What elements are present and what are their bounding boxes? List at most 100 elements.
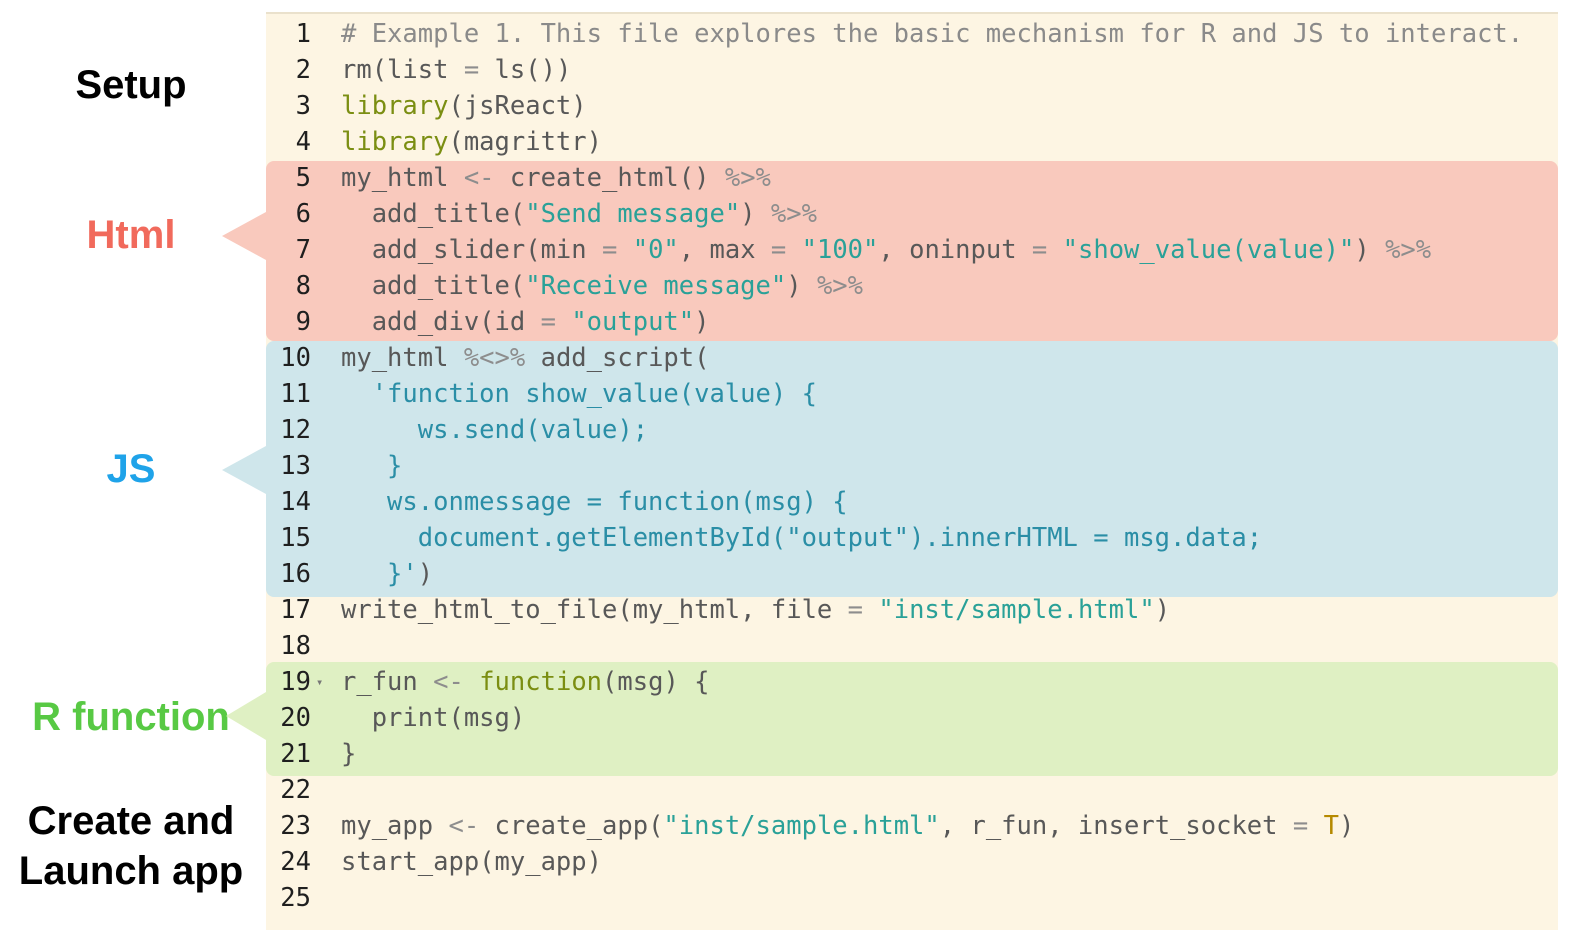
code-token: = xyxy=(847,595,863,625)
code-token: add_slider(min xyxy=(341,235,602,265)
code-text: print(msg) xyxy=(341,700,526,736)
code-editor[interactable]: 1 # Example 1. This file explores the bas… xyxy=(266,12,1558,930)
code-line[interactable]: 22 xyxy=(266,772,1558,808)
code-line[interactable]: 14 ws.onmessage = function(msg) { xyxy=(266,484,1558,520)
code-line[interactable]: 18 xyxy=(266,628,1558,664)
code-line[interactable]: 10 my_html %<>% add_script( xyxy=(266,340,1558,376)
code-line[interactable]: 11 'function show_value(value) { xyxy=(266,376,1558,412)
line-number: 12 xyxy=(280,415,311,445)
code-token: add_title( xyxy=(341,199,526,229)
code-text: my_app <- create_app("inst/sample.html",… xyxy=(341,808,1354,844)
code-text: my_html %<>% add_script( xyxy=(341,340,709,376)
section-label-launch-line1: Create and xyxy=(27,799,235,843)
line-number: 9 xyxy=(295,307,311,337)
code-line[interactable]: 23 my_app <- create_app("inst/sample.html… xyxy=(266,808,1558,844)
line-number: 14 xyxy=(280,487,311,517)
code-token: = xyxy=(1292,811,1309,841)
code-token: (magrittr) xyxy=(448,127,602,157)
code-token: , oninput xyxy=(878,235,1032,265)
code-text: } xyxy=(341,448,402,484)
code-text: write_html_to_file(my_html, file = "inst… xyxy=(341,592,1170,628)
line-number: 7 xyxy=(295,235,311,265)
line-number: 5 xyxy=(295,163,311,193)
code-text: add_title("Receive message") %>% xyxy=(341,268,863,304)
line-number: 6 xyxy=(295,199,311,229)
code-line[interactable]: 13 } xyxy=(266,448,1558,484)
code-token: library xyxy=(341,127,449,157)
code-line[interactable]: 20 print(msg) xyxy=(266,700,1558,736)
code-token: "show_value(value)" xyxy=(1062,235,1355,265)
js-pointer-arrow xyxy=(222,446,266,494)
code-token: = xyxy=(463,55,480,85)
section-labels: Setup Html JS R function Create and Laun… xyxy=(0,0,266,952)
code-token: add_script( xyxy=(525,343,710,373)
code-line[interactable]: 1 # Example 1. This file explores the bas… xyxy=(266,16,1558,52)
code-line[interactable]: 25 xyxy=(266,880,1558,916)
code-line[interactable]: 12 ws.send(value); xyxy=(266,412,1558,448)
code-token: } xyxy=(341,739,357,769)
section-label-r-function: R function xyxy=(32,695,230,739)
code-token: "output" xyxy=(571,307,695,337)
code-token: ) xyxy=(740,199,771,229)
code-line[interactable]: 9 add_div(id = "output") xyxy=(266,304,1558,340)
code-line[interactable]: 21} xyxy=(266,736,1558,772)
code-text: 'function show_value(value) { xyxy=(341,376,817,412)
code-token: create_html() xyxy=(494,163,725,193)
code-token: T xyxy=(1323,811,1339,841)
code-line[interactable]: 6 add_title("Send message") %>% xyxy=(266,196,1558,232)
code-line[interactable]: 15 document.getElementById("output").inn… xyxy=(266,520,1558,556)
code-token: = xyxy=(602,235,618,265)
code-text: add_slider(min = "0", max = "100", oninp… xyxy=(341,232,1431,268)
code-text: document.getElementById("output").innerH… xyxy=(341,520,1262,556)
code-token: <- xyxy=(463,163,495,193)
code-token: # Example 1. This file explores the basi… xyxy=(341,19,1524,49)
code-token: rm(list xyxy=(341,55,464,85)
code-line[interactable]: 17 write_html_to_file(my_html, file = "in… xyxy=(266,592,1558,628)
line-number: 13 xyxy=(280,451,311,481)
line-number: 10 xyxy=(280,343,311,373)
code-line[interactable]: 19 ▾ r_fun <- function(msg) { xyxy=(266,664,1558,700)
line-number: 2 xyxy=(295,55,311,85)
code-text: r_fun <- function(msg) { xyxy=(341,664,710,700)
line-number: 16 xyxy=(280,559,311,589)
code-token: start_app(my_app) xyxy=(341,847,602,877)
code-token: = xyxy=(770,235,787,265)
code-token: = xyxy=(1031,235,1048,265)
code-token: "inst/sample.html" xyxy=(878,595,1155,625)
code-token: ls()) xyxy=(479,55,572,85)
fold-toggle-icon[interactable]: ▾ xyxy=(316,664,323,700)
line-number: 4 xyxy=(295,127,311,157)
code-token: library xyxy=(341,91,449,121)
line-number: 24 xyxy=(280,847,311,877)
code-line[interactable]: 24 start_app(my_app) xyxy=(266,844,1558,880)
line-number: 8 xyxy=(295,271,311,301)
code-token: (jsReact) xyxy=(448,91,587,121)
code-text: # Example 1. This file explores the basi… xyxy=(341,16,1523,52)
code-text: start_app(my_app) xyxy=(341,844,602,880)
code-lines: 1 # Example 1. This file explores the bas… xyxy=(266,16,1558,916)
code-line[interactable]: 4 library(magrittr) xyxy=(266,124,1558,160)
code-token: print(msg) xyxy=(341,703,526,733)
code-text: ws.send(value); xyxy=(341,412,648,448)
line-number: 11 xyxy=(280,379,311,409)
code-line[interactable]: 3 library(jsReact) xyxy=(266,88,1558,124)
code-token: r_fun xyxy=(341,667,434,697)
code-line[interactable]: 2 rm(list = ls()) xyxy=(266,52,1558,88)
html-pointer-arrow xyxy=(222,212,266,260)
code-line[interactable]: 16 }') xyxy=(266,556,1558,592)
code-token: function xyxy=(479,667,603,697)
code-token: ) xyxy=(694,307,710,337)
line-number: 19 xyxy=(280,667,311,697)
code-token: add_div(id xyxy=(341,307,541,337)
line-number: 18 xyxy=(280,631,311,661)
code-line[interactable]: 5 my_html <- create_html() %>% xyxy=(266,160,1558,196)
code-token: my_html xyxy=(341,343,464,373)
code-line[interactable]: 8 add_title("Receive message") %>% xyxy=(266,268,1558,304)
code-token: write_html_to_file(my_html, file xyxy=(341,595,848,625)
code-line[interactable]: 7 add_slider(min = "0", max = "100", oni… xyxy=(266,232,1558,268)
code-token: my_app xyxy=(341,811,449,841)
